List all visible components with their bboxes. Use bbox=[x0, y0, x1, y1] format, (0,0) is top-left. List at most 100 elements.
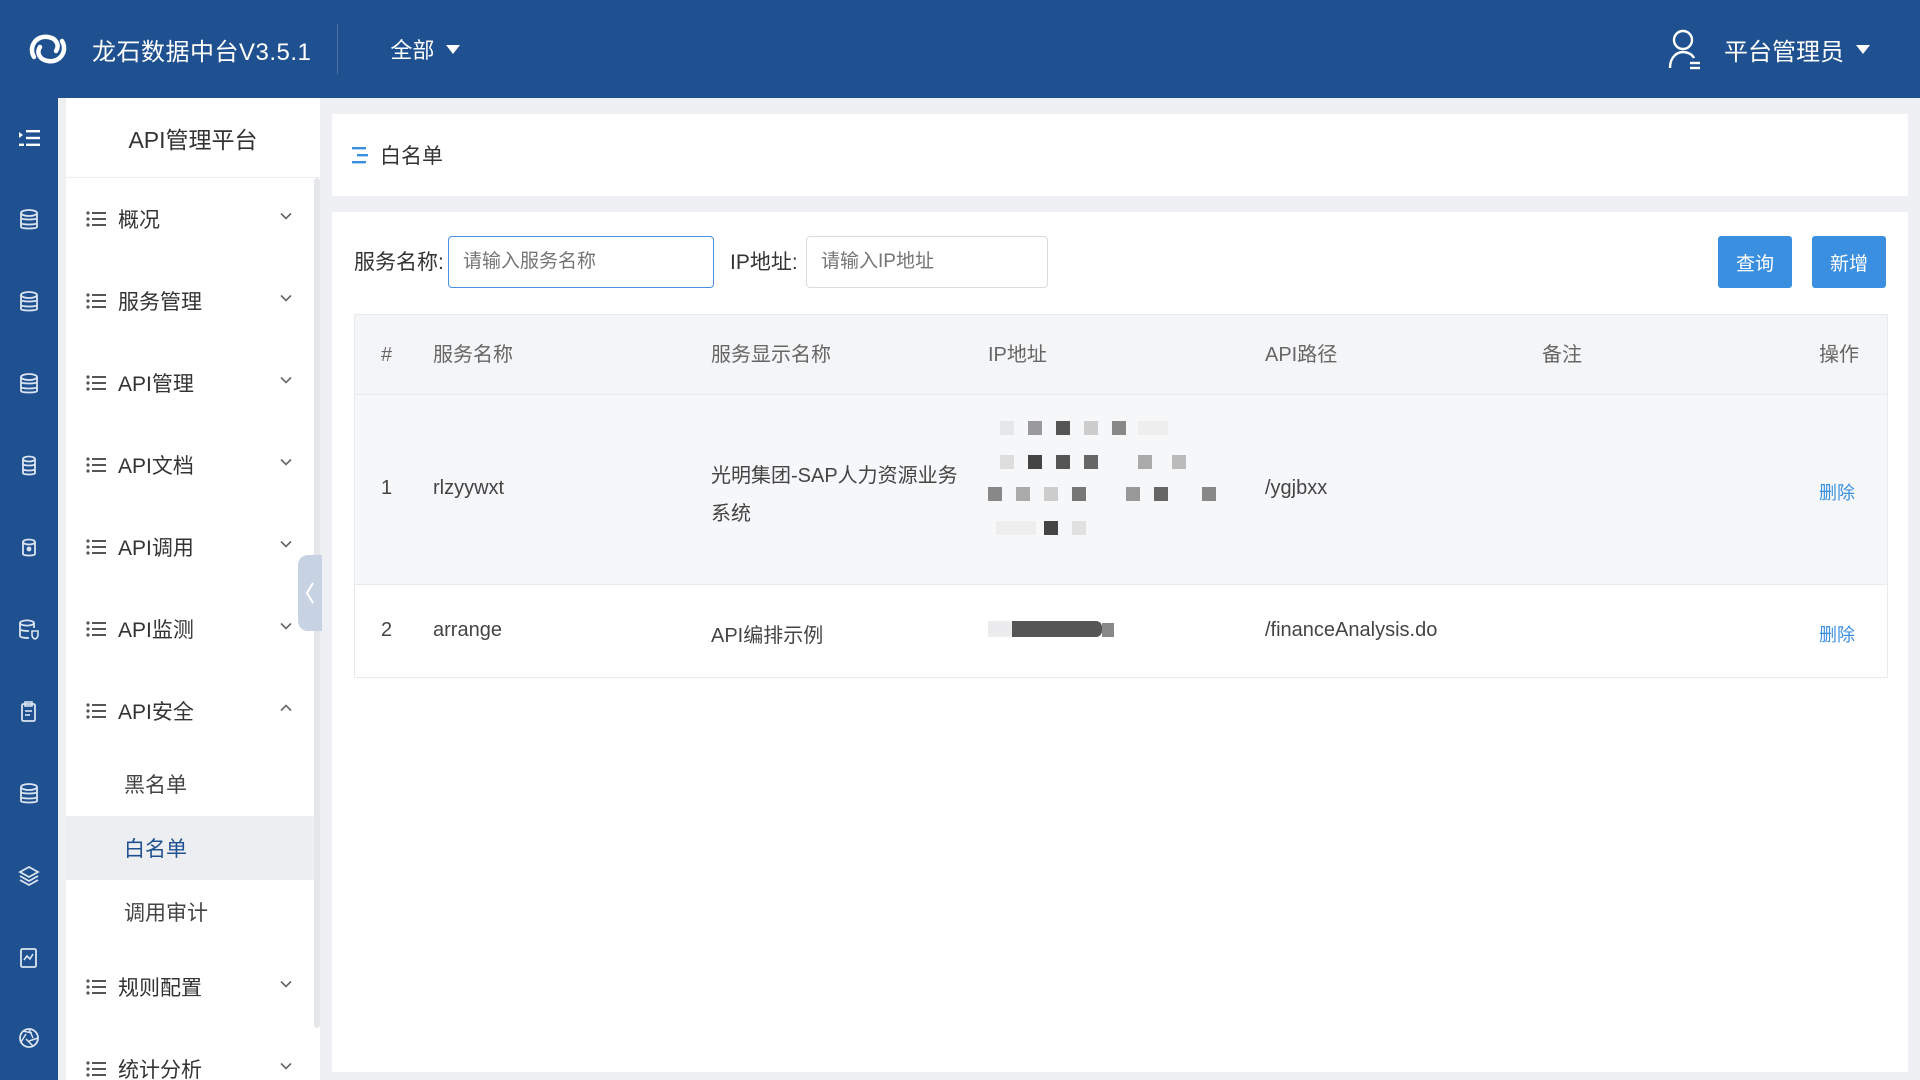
list-icon bbox=[86, 293, 106, 309]
ip-address-label: IP地址: bbox=[730, 251, 798, 274]
ip-address-redacted bbox=[988, 617, 1128, 641]
menu-toggle-icon bbox=[19, 130, 40, 146]
caret-down-icon bbox=[446, 44, 461, 54]
top-bar: 龙石数据中台V3.5.1 全部 平台管理员 bbox=[0, 0, 1920, 98]
rail-item-6[interactable] bbox=[0, 610, 58, 650]
column-header-ip-address: IP地址 bbox=[988, 344, 1047, 366]
rail-item-10[interactable] bbox=[0, 938, 58, 978]
aperture-icon bbox=[19, 1028, 39, 1048]
table-row: 1 rlzyywxt 光明集团-SAP人力资源业务 系统 /ygjbxx 删除 bbox=[355, 395, 1887, 585]
user-menu[interactable]: 平台管理员 bbox=[1668, 0, 1870, 98]
ip-address-redacted bbox=[988, 417, 1238, 567]
nav-group-statistics[interactable]: 统计分析 bbox=[66, 1028, 314, 1080]
nav-group-label: 规则配置 bbox=[118, 977, 202, 1000]
display-name-line: 光明集团-SAP人力资源业务 bbox=[711, 465, 958, 487]
delete-link[interactable]: 删除 bbox=[1819, 479, 1855, 505]
chevron-down-icon bbox=[280, 622, 292, 630]
list-icon bbox=[86, 375, 106, 391]
service-name-input[interactable] bbox=[448, 236, 714, 288]
add-button[interactable]: 新增 bbox=[1812, 236, 1886, 288]
column-header-remark: 备注 bbox=[1542, 344, 1582, 366]
database-icon bbox=[20, 783, 38, 804]
rail-item-11[interactable] bbox=[0, 1018, 58, 1058]
database-icon bbox=[22, 538, 36, 557]
nav-group-api-monitoring[interactable]: API监测 bbox=[66, 588, 314, 670]
clipboard-icon bbox=[21, 701, 36, 722]
list-icon bbox=[86, 621, 106, 637]
rail-item-8[interactable] bbox=[0, 774, 58, 814]
chevron-down-icon bbox=[280, 1062, 292, 1070]
breadcrumb: 白名单 bbox=[332, 114, 1908, 196]
column-header-display-name: 服务显示名称 bbox=[711, 344, 831, 366]
rail-item-2[interactable] bbox=[0, 282, 58, 322]
row-service-name: rlzyywxt bbox=[433, 477, 505, 499]
chevron-down-icon bbox=[280, 294, 292, 302]
column-header-api-path: API路径 bbox=[1265, 344, 1338, 366]
ip-address-input[interactable] bbox=[806, 236, 1048, 288]
caret-down-icon bbox=[1856, 44, 1870, 54]
column-header-service-name: 服务名称 bbox=[433, 344, 513, 366]
row-api-path: /financeAnalysis.do bbox=[1265, 619, 1438, 641]
content-card: 服务名称: IP地址: 查询 新增 # 服务名称 服务显示名称 IP地址 API… bbox=[332, 212, 1908, 1072]
chevron-down-icon bbox=[280, 980, 292, 988]
rail-item-5[interactable] bbox=[0, 528, 58, 568]
nav-group-api-calls[interactable]: API调用 bbox=[66, 506, 314, 588]
database-icon bbox=[22, 455, 36, 476]
nav-group-api-docs[interactable]: API文档 bbox=[66, 424, 314, 506]
nav-item-call-audit[interactable]: 调用审计 bbox=[66, 880, 314, 944]
display-name-line: 系统 bbox=[711, 503, 751, 525]
rail-item-9[interactable] bbox=[0, 856, 58, 896]
service-name-label: 服务名称: bbox=[354, 251, 444, 274]
list-icon bbox=[86, 703, 106, 719]
rail-item-7[interactable] bbox=[0, 692, 58, 732]
nav-group-label: 服务管理 bbox=[118, 291, 202, 314]
nav-group-api-management[interactable]: API管理 bbox=[66, 342, 314, 424]
rail-item-1[interactable] bbox=[0, 200, 58, 240]
list-icon bbox=[86, 457, 106, 473]
table-row: 2 arrange API编排示例 /financeAnalysis.do 删除 bbox=[355, 585, 1887, 677]
whitelist-table: # 服务名称 服务显示名称 IP地址 API路径 备注 操作 1 rlzyywx… bbox=[354, 314, 1888, 678]
user-icon bbox=[1668, 29, 1700, 70]
nav-group-api-security[interactable]: API安全 bbox=[66, 670, 314, 752]
database-icon bbox=[20, 373, 38, 394]
chevron-up-icon bbox=[280, 704, 292, 712]
rail-item-4[interactable] bbox=[0, 446, 58, 486]
nav-item-blacklist[interactable]: 黑名单 bbox=[66, 752, 314, 816]
nav-group-rule-config[interactable]: 规则配置 bbox=[66, 946, 314, 1028]
shield-database-icon bbox=[19, 619, 39, 640]
nav-group-label: API管理 bbox=[118, 373, 194, 396]
query-button[interactable]: 查询 bbox=[1718, 236, 1792, 288]
nav-group-label: API监测 bbox=[118, 619, 194, 642]
report-icon bbox=[20, 948, 37, 968]
side-nav: API管理平台 概况 服务管理 API管理 API文档 API调用 API监测 … bbox=[66, 98, 320, 1080]
collapse-sidebar-button[interactable] bbox=[298, 555, 322, 631]
nav-group-service-management[interactable]: 服务管理 bbox=[66, 260, 314, 342]
layers-icon bbox=[18, 865, 40, 887]
page-title: 白名单 bbox=[380, 145, 443, 168]
column-header-index: # bbox=[381, 344, 393, 366]
table-header: # 服务名称 服务显示名称 IP地址 API路径 备注 操作 bbox=[355, 315, 1887, 395]
list-icon bbox=[86, 539, 106, 555]
menu-toggle-button[interactable] bbox=[0, 118, 58, 158]
nav-group-label: API安全 bbox=[118, 701, 194, 724]
nav-group-label: 统计分析 bbox=[118, 1059, 202, 1080]
database-icon bbox=[20, 291, 38, 312]
nav-item-whitelist[interactable]: 白名单 bbox=[66, 816, 314, 880]
chevron-down-icon bbox=[280, 376, 292, 384]
nav-group-overview[interactable]: 概况 bbox=[66, 178, 314, 260]
database-icon bbox=[20, 209, 38, 230]
column-header-action: 操作 bbox=[1819, 344, 1859, 366]
row-service-name: arrange bbox=[433, 619, 502, 641]
delete-link[interactable]: 删除 bbox=[1819, 621, 1855, 647]
logo-icon[interactable] bbox=[26, 27, 70, 71]
chevron-left-icon bbox=[305, 582, 314, 604]
list-icon bbox=[86, 1061, 106, 1077]
user-name: 平台管理员 bbox=[1724, 38, 1844, 66]
scope-dropdown[interactable]: 全部 bbox=[390, 33, 461, 65]
row-index: 2 bbox=[381, 619, 393, 641]
row-display-name: 光明集团-SAP人力资源业务 系统 bbox=[711, 457, 958, 533]
scope-label: 全部 bbox=[390, 38, 435, 63]
nav-group-label: API调用 bbox=[118, 537, 194, 560]
nav-group-label: 概况 bbox=[118, 209, 160, 232]
rail-item-3[interactable] bbox=[0, 364, 58, 404]
